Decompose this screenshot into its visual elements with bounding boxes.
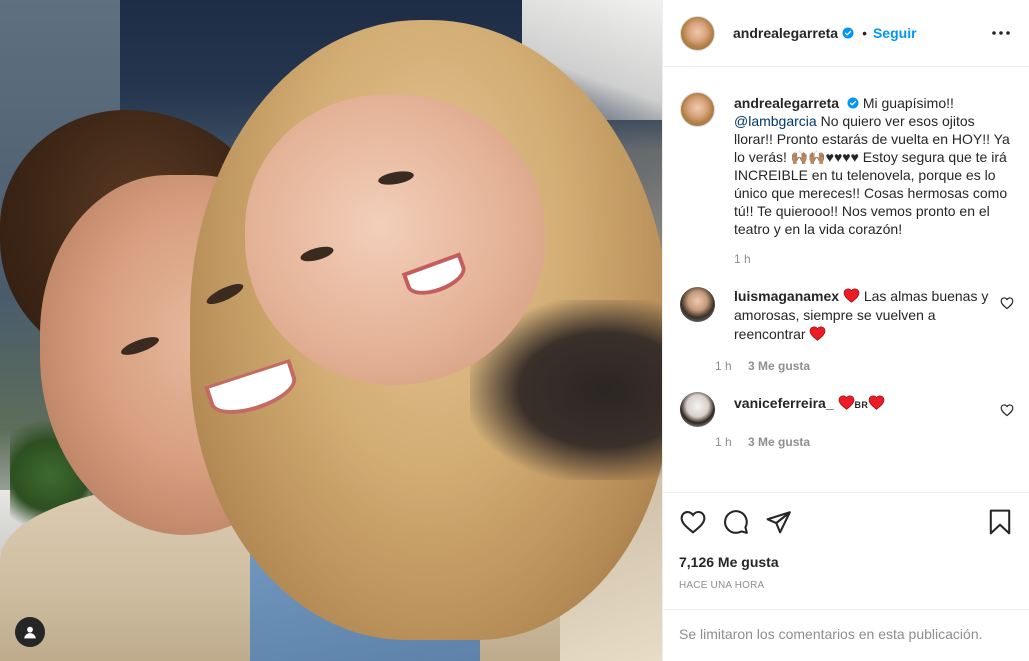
red-heart-emoji-icon <box>838 395 854 410</box>
save-button[interactable] <box>986 508 1014 536</box>
heart-icon <box>680 511 706 534</box>
post-photo[interactable] <box>0 0 662 661</box>
caption-text-2: No quiero ver esos ojitos llorar!! Pront… <box>734 113 1010 237</box>
red-heart-emoji-icon <box>843 288 860 303</box>
comment-text: vaniceferreira_ BR <box>734 392 992 415</box>
user-icon <box>24 626 36 639</box>
comment-likes[interactable]: 3 Me gusta <box>748 359 810 373</box>
verified-badge-icon <box>847 97 859 109</box>
action-bar <box>679 493 1014 551</box>
post-timestamp[interactable]: HACE UNA HORA <box>679 580 1014 591</box>
send-icon <box>766 511 791 534</box>
caption-meta: 1 h <box>734 252 1014 266</box>
follow-button[interactable]: Seguir <box>873 25 917 41</box>
comment-meta: 1 h 3 Me gusta <box>715 359 992 373</box>
post-header: andrealegarreta • Seguir <box>663 0 1029 67</box>
post-actions: 7,126 Me gusta HACE UNA HORA <box>663 492 1029 591</box>
post-caption: andrealegarreta Mi guapísimo!! @lambgarc… <box>680 84 1014 266</box>
red-heart-emoji-icon <box>868 395 885 410</box>
caption-avatar[interactable] <box>680 92 715 127</box>
caption-text-1: Mi guapísimo!! <box>862 95 954 111</box>
caption-mention[interactable]: @lambgarcia <box>734 113 817 129</box>
comment-likes[interactable]: 3 Me gusta <box>748 435 810 449</box>
comment-button[interactable] <box>722 508 750 536</box>
comment-time[interactable]: 1 h <box>715 435 732 449</box>
photo-woman-face <box>245 95 545 385</box>
comment-time[interactable]: 1 h <box>715 359 732 373</box>
likes-count[interactable]: 7,126 Me gusta <box>679 554 1014 570</box>
comment-like-heart-icon[interactable] <box>1000 296 1014 310</box>
comment-like-heart-icon[interactable] <box>1000 403 1014 417</box>
comment-username[interactable]: luismaganamex <box>734 288 839 304</box>
author-avatar[interactable] <box>680 15 715 51</box>
like-button[interactable] <box>679 508 707 536</box>
share-button[interactable] <box>765 508 793 536</box>
author-username[interactable]: andrealegarreta <box>733 25 838 41</box>
post-sidebar: andrealegarreta • Seguir andrealegarreta… <box>662 0 1029 661</box>
comment-item: vaniceferreira_ BR 1 h 3 Me gusta <box>680 392 1014 449</box>
more-options-button[interactable] <box>989 21 1013 45</box>
caption-time[interactable]: 1 h <box>734 252 751 266</box>
verified-badge-icon <box>842 27 854 39</box>
caption-text: andrealegarreta Mi guapísimo!! @lambgarc… <box>734 84 1014 238</box>
brazil-flag-emoji: BR <box>854 400 869 410</box>
commenter-avatar[interactable] <box>680 287 715 322</box>
tagged-users-button[interactable] <box>15 617 45 647</box>
header-separator: • <box>862 25 867 41</box>
comment-text: luismaganamex Las almas buenas y amorosa… <box>734 287 992 344</box>
caption-username[interactable]: andrealegarreta <box>734 95 839 111</box>
comment-icon <box>724 510 748 534</box>
commenter-avatar[interactable] <box>680 392 715 427</box>
red-heart-emoji-icon <box>810 326 826 341</box>
bookmark-icon <box>989 509 1011 535</box>
comments-limited-notice: Se limitaron los comentarios en esta pub… <box>663 609 1029 661</box>
comments-list[interactable]: andrealegarreta Mi guapísimo!! @lambgarc… <box>663 68 1029 491</box>
comment-username[interactable]: vaniceferreira_ <box>734 395 834 411</box>
comment-item: luismaganamex Las almas buenas y amorosa… <box>680 287 1014 373</box>
more-horizontal-icon <box>992 31 1010 35</box>
instagram-post: andrealegarreta • Seguir andrealegarreta… <box>0 0 1029 661</box>
comment-meta: 1 h 3 Me gusta <box>715 435 992 449</box>
